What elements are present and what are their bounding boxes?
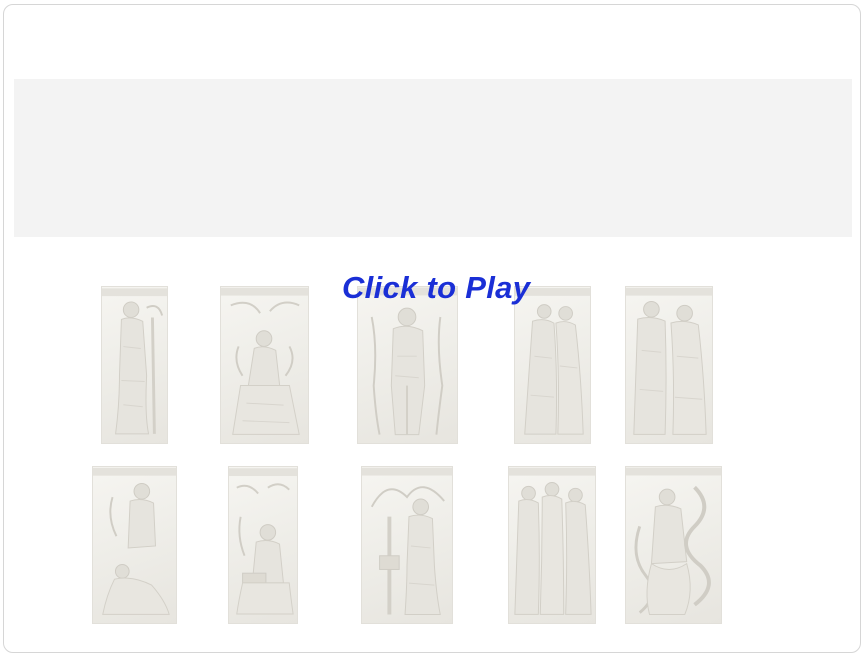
relief-panel-bottom-3[interactable] bbox=[361, 466, 453, 624]
click-to-play-button[interactable]: Click to Play bbox=[342, 270, 530, 306]
two-figures-relief-icon bbox=[626, 287, 712, 435]
angel-figure-relief-icon bbox=[362, 467, 452, 615]
relief-panel-top-2[interactable] bbox=[220, 286, 309, 444]
relief-panel-bottom-5[interactable] bbox=[625, 466, 722, 624]
relief-panel-top-1[interactable] bbox=[101, 286, 168, 444]
relief-panel-top-3[interactable] bbox=[357, 286, 458, 444]
relief-panel-top-5[interactable] bbox=[625, 286, 713, 444]
seated-figure-relief-icon bbox=[221, 287, 308, 435]
relief-panel-bottom-1[interactable] bbox=[92, 466, 177, 624]
serpent-figure-relief-icon bbox=[626, 467, 721, 616]
reclining-figure-relief-icon bbox=[93, 467, 176, 615]
top-banner-area bbox=[14, 79, 852, 237]
reading-figure-relief-icon bbox=[229, 468, 297, 615]
relief-panel-top-4[interactable] bbox=[514, 286, 591, 444]
procession-relief-icon bbox=[509, 467, 595, 615]
robed-figures-relief-icon bbox=[515, 288, 590, 435]
standing-figure-relief-icon bbox=[102, 288, 167, 435]
figure-group-relief-icon bbox=[358, 287, 457, 436]
relief-panel-bottom-2[interactable] bbox=[228, 466, 298, 624]
relief-panel-bottom-4[interactable] bbox=[508, 466, 596, 624]
